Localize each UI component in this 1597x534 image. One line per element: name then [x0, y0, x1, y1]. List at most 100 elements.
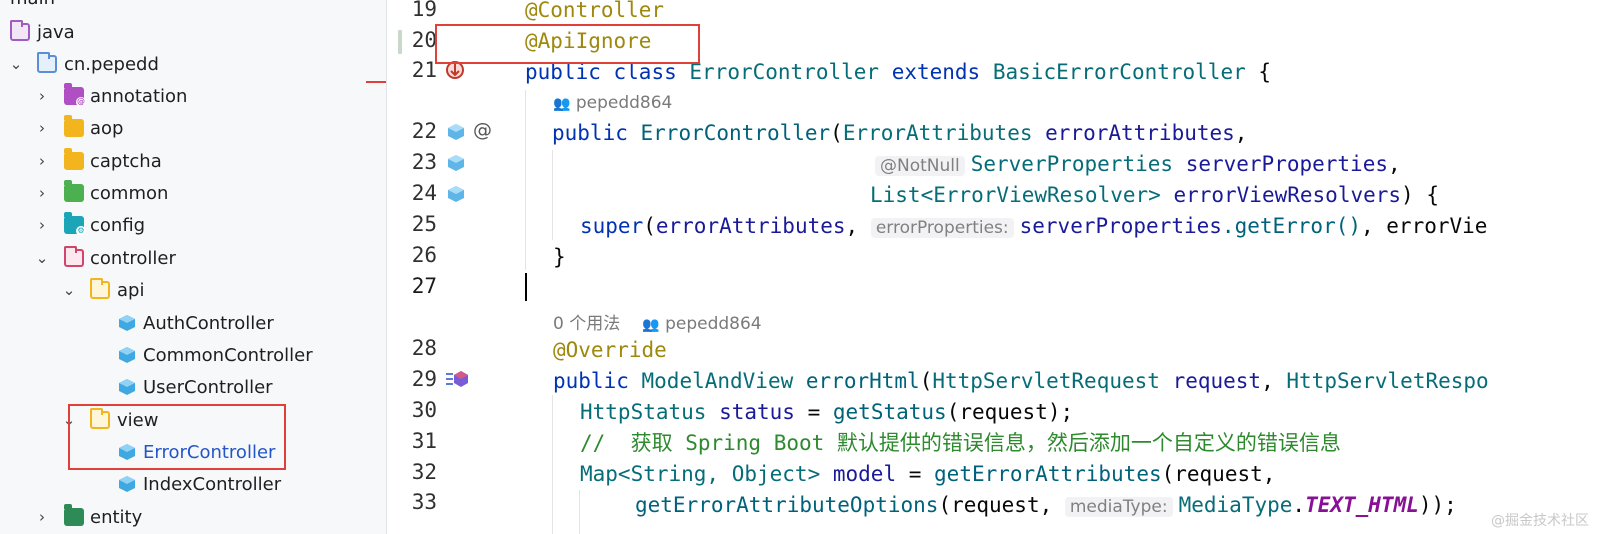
highlight-box [68, 404, 286, 470]
bean-icon[interactable] [447, 185, 465, 203]
tree-row-java[interactable]: java [0, 16, 386, 48]
code-line-31[interactable]: // 获取 Spring Boot 默认提供的错误信息，然后添加一个自定义的错误… [580, 428, 1341, 458]
method-name: ErrorController [640, 121, 831, 145]
line-number: 28 [411, 336, 437, 360]
constant: TEXT_HTML [1305, 493, 1419, 517]
usage-hint[interactable]: 0 个用法 👥 pepedd864 [553, 309, 762, 334]
author-name: pepedd864 [665, 314, 762, 334]
code-line-33[interactable]: getErrorAttributeOptions(request, mediaT… [635, 490, 1457, 520]
code-line-26[interactable]: } [553, 242, 566, 272]
keyword: public [553, 369, 629, 393]
var-name: model [832, 462, 897, 486]
tree-row-controller[interactable]: ⌄ controller [0, 242, 386, 274]
type-name: HttpServletRespo [1286, 369, 1489, 393]
code-line-30[interactable]: HttpStatus status = getStatus(request); [580, 397, 1073, 427]
comma: , [1261, 369, 1287, 393]
tree-row-cn-pepedd[interactable]: ⌄ cn.pepedd [0, 48, 386, 80]
code-editor[interactable]: 19 20 21 22 23 24 25 26 27 28 29 30 31 3… [387, 0, 1597, 534]
tree-label: cn.pepedd [64, 53, 159, 75]
tree-label: java [37, 21, 75, 43]
class-icon [119, 315, 135, 331]
line-number: 27 [411, 274, 437, 298]
tree-label: main [10, 0, 55, 9]
bean-icon[interactable] [447, 154, 465, 172]
tree-row-indexcontroller[interactable]: IndexController [0, 468, 386, 500]
line-number: 29 [411, 367, 437, 391]
scroll-marker [366, 81, 386, 83]
users-icon: 👥 [642, 317, 660, 333]
line-number: 32 [411, 460, 437, 484]
code-line-22[interactable]: public ErrorController(ErrorAttributes e… [552, 118, 1247, 148]
param-name: serverProperties [1019, 214, 1222, 238]
annotation-package-icon: @ [64, 83, 86, 107]
comma: , [1387, 152, 1401, 176]
param-name: errorAttributes [1045, 121, 1235, 145]
code-line-29[interactable]: public ModelAndView errorHtml( HttpServle… [553, 366, 1489, 396]
code-line-19[interactable]: @Controller [525, 0, 664, 25]
tree-row-aop[interactable]: › aop [0, 112, 386, 144]
chevron-right-icon[interactable]: › [32, 80, 52, 112]
tree-row-commoncontroller[interactable]: CommonController [0, 339, 386, 371]
autowire-at-icon[interactable]: @ [473, 119, 492, 141]
brace: ) { [1401, 183, 1439, 207]
type-name: List<ErrorViewResolver> [870, 183, 1161, 207]
tree-label: CommonController [143, 344, 313, 366]
line-number: 20 [411, 28, 437, 52]
code-line-28[interactable]: @Override [553, 335, 667, 365]
class-icon [119, 379, 135, 395]
author-hint[interactable]: 👥 pepedd864 [553, 93, 672, 113]
tree-label: api [117, 279, 145, 301]
line-number: 26 [411, 243, 437, 267]
line-number: 23 [411, 150, 437, 174]
common-package-icon [64, 180, 84, 202]
chevron-right-icon[interactable]: › [32, 177, 52, 209]
paren: ( [919, 369, 933, 393]
chevron-right-icon[interactable]: › [32, 501, 52, 533]
bean-icon[interactable] [447, 123, 465, 141]
param-name: errorAttributes [655, 214, 846, 238]
operator: = [794, 400, 833, 424]
config-package-icon: ⚙ [64, 212, 86, 236]
chevron-right-icon[interactable]: › [32, 145, 52, 177]
line-number: 33 [411, 490, 437, 514]
chevron-down-icon[interactable]: ⌄ [6, 48, 26, 80]
author-name: pepedd864 [575, 93, 673, 113]
code-line-23[interactable]: @NotNull ServerProperties serverPropertie… [875, 149, 1401, 179]
code-line-32[interactable]: Map<String, Object> model = getErrorAttr… [580, 459, 1275, 489]
indent-guide [579, 490, 580, 534]
tree-row-usercontroller[interactable]: UserController [0, 371, 386, 403]
tree-label: captcha [90, 150, 162, 172]
tree-row-api[interactable]: ⌄ api [0, 274, 386, 306]
tree-row-entity[interactable]: › entity [0, 501, 386, 533]
chevron-right-icon[interactable]: › [32, 209, 52, 241]
keyword: public [552, 121, 628, 145]
param-name: request [1172, 369, 1262, 393]
line-number: 24 [411, 181, 437, 205]
code-rest: , errorVie [1361, 214, 1488, 238]
type-name: ServerProperties [970, 152, 1174, 176]
users-icon: 👥 [553, 96, 571, 112]
tree-row-authcontroller[interactable]: AuthController [0, 307, 386, 339]
code-rest: )); [1418, 493, 1457, 517]
code-line-25[interactable]: super(errorAttributes, errorProperties: s… [580, 211, 1487, 241]
indent-guide [552, 395, 553, 534]
tree-row-captcha[interactable]: › captcha [0, 145, 386, 177]
override-method-icon[interactable] [445, 369, 469, 389]
code-line-24[interactable]: List<ErrorViewResolver> errorViewResolve… [870, 180, 1439, 210]
tree-row-main[interactable]: main [0, 0, 386, 14]
chevron-down-icon[interactable]: ⌄ [32, 242, 52, 274]
tree-label: AuthController [143, 312, 274, 334]
method-call: getErrorAttributes [934, 462, 1162, 486]
class-icon [119, 476, 135, 492]
type-name: ModelAndView [641, 369, 794, 393]
tree-row-config[interactable]: › ⚙ config [0, 209, 386, 241]
keyword: extends [891, 60, 981, 84]
chevron-down-icon[interactable]: ⌄ [59, 274, 79, 306]
usage-count: 0 个用法 [553, 314, 621, 334]
tree-row-common[interactable]: › common [0, 177, 386, 209]
line-number: 22 [411, 119, 437, 143]
inlay-hint: mediaType: [1064, 497, 1173, 517]
chevron-right-icon[interactable]: › [32, 112, 52, 144]
method-name: errorHtml [805, 369, 920, 393]
tree-row-annotation[interactable]: › @ annotation [0, 80, 386, 112]
